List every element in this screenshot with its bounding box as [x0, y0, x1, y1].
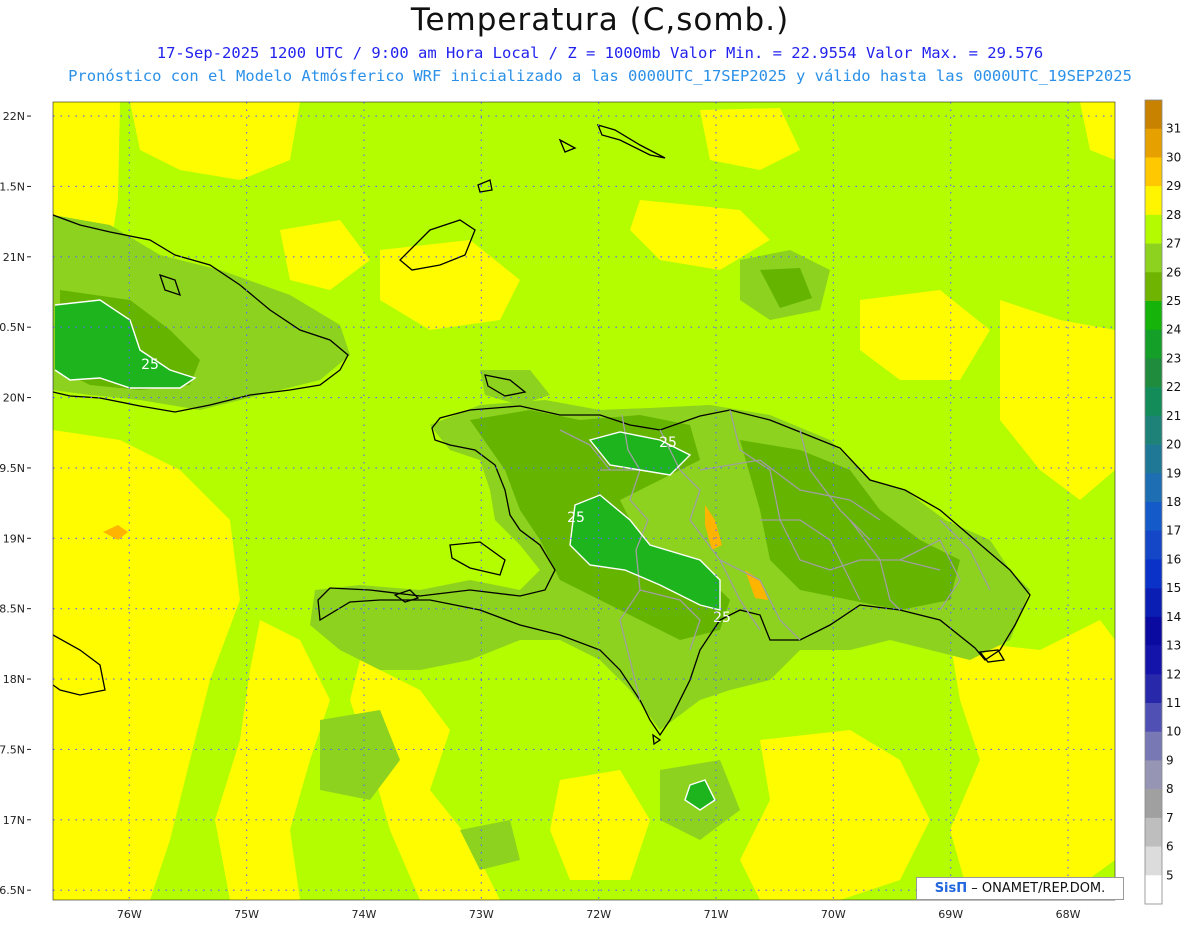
lon-tick-label: 75W [234, 908, 259, 921]
colorbar-label: 30 [1166, 150, 1181, 164]
colorbar-swatch [1145, 243, 1162, 273]
colorbar-swatch [1145, 645, 1162, 675]
colorbar-swatch [1145, 100, 1162, 130]
colorbar-swatch [1145, 875, 1162, 905]
colorbar-label: 17 [1166, 524, 1181, 538]
colorbar-swatch [1145, 157, 1162, 187]
colorbar-swatch [1145, 301, 1162, 331]
contour-label: 25 [659, 435, 677, 451]
colorbar-label: 31 [1166, 122, 1181, 136]
colorbar-swatch [1145, 473, 1162, 503]
lat-tick-label: 18N [3, 673, 25, 686]
contour-label: 25 [141, 357, 159, 373]
lat-tick-label: 7.5N [0, 743, 25, 756]
colorbar-swatch [1145, 530, 1162, 560]
colorbar-label: 15 [1166, 581, 1181, 595]
lon-tick-label: 69W [938, 908, 963, 921]
colorbar-swatch [1145, 588, 1162, 618]
colorbar-label: 28 [1166, 208, 1181, 222]
colorbar-label: 29 [1166, 179, 1181, 193]
colorbar-swatch [1145, 272, 1162, 302]
colorbar: 31 30 29 28 27 26 25 24 23 22 21 20 19 18 17 16 15 14 13 12… [1144, 99, 1181, 905]
sispi-logo: SisΠ [934, 881, 968, 896]
colorbar-swatch [1145, 616, 1162, 646]
colorbar-label: 20 [1166, 438, 1181, 452]
lat-tick-label: 9.5N [0, 462, 25, 475]
colorbar-swatch [1145, 559, 1162, 589]
colorbar-swatch [1145, 846, 1162, 876]
cuba-nw-inlet [53, 213, 54, 215]
colorbar-label: 22 [1166, 380, 1181, 394]
colorbar-label: 21 [1166, 409, 1181, 423]
colorbar-label: 12 [1166, 667, 1181, 681]
colorbar-label: 10 [1166, 725, 1181, 739]
colorbar-swatch [1145, 387, 1162, 417]
temperature-map: 25 25 25 25 76W 75W 74W 73W 72W 71W 70W 69W 68W 22N 1… [0, 99, 1181, 921]
colorbar-label: 6 [1166, 840, 1174, 854]
lat-tick-label: 8.5N [0, 603, 25, 616]
lat-tick-label: 0.5N [0, 321, 25, 334]
colorbar-label: 25 [1166, 294, 1181, 308]
colorbar-label: 24 [1166, 323, 1181, 337]
lat-tick-label: 19N [3, 532, 25, 545]
colorbar-label: 13 [1166, 639, 1181, 653]
lat-tick-label: 22N [3, 110, 25, 123]
lon-tick-label: 72W [586, 908, 611, 921]
lat-tick-label: 21N [3, 251, 25, 264]
colorbar-swatch [1145, 817, 1162, 847]
colorbar-swatch [1145, 214, 1162, 244]
colorbar-swatch [1145, 415, 1162, 445]
colorbar-label: 11 [1166, 696, 1181, 710]
colorbar-swatch [1145, 731, 1162, 761]
colorbar-label: 23 [1166, 351, 1181, 365]
colorbar-label: 14 [1166, 610, 1181, 624]
colorbar-swatch [1145, 128, 1162, 158]
lon-tick-label: 76W [117, 908, 142, 921]
lat-tick-label: 6.5N [0, 884, 25, 897]
credit-box: SisΠ – ONAMET/REP.DOM. [916, 877, 1124, 900]
colorbar-label: 8 [1166, 782, 1174, 796]
colorbar-swatch [1145, 703, 1162, 733]
credit-text: – ONAMET/REP.DOM. [971, 881, 1106, 896]
colorbar-swatch [1145, 674, 1162, 704]
colorbar-label: 5 [1166, 868, 1174, 882]
colorbar-swatch [1145, 186, 1162, 216]
colorbar-swatch [1145, 789, 1162, 819]
lon-tick-label: 71W [704, 908, 729, 921]
colorbar-label: 26 [1166, 265, 1181, 279]
lat-tick-label: 20N [3, 392, 25, 405]
colorbar-swatch [1145, 502, 1162, 532]
lon-tick-label: 73W [469, 908, 494, 921]
colorbar-label: 19 [1166, 466, 1181, 480]
contour-label: 25 [567, 510, 585, 526]
lat-tick-label: 17N [3, 814, 25, 827]
colorbar-label: 7 [1166, 811, 1174, 825]
colorbar-label: 16 [1166, 552, 1181, 566]
colorbar-swatch [1145, 358, 1162, 388]
colorbar-label: 27 [1166, 237, 1181, 251]
lat-tick-label: 1.5N [0, 180, 25, 193]
lon-tick-label: 74W [352, 908, 377, 921]
colorbar-label: 9 [1166, 753, 1174, 767]
lon-tick-label: 70W [821, 908, 846, 921]
colorbar-swatch [1145, 329, 1162, 359]
lon-tick-label: 68W [1056, 908, 1081, 921]
colorbar-label: 18 [1166, 495, 1181, 509]
colorbar-swatch [1145, 760, 1162, 790]
colorbar-swatch [1145, 444, 1162, 474]
